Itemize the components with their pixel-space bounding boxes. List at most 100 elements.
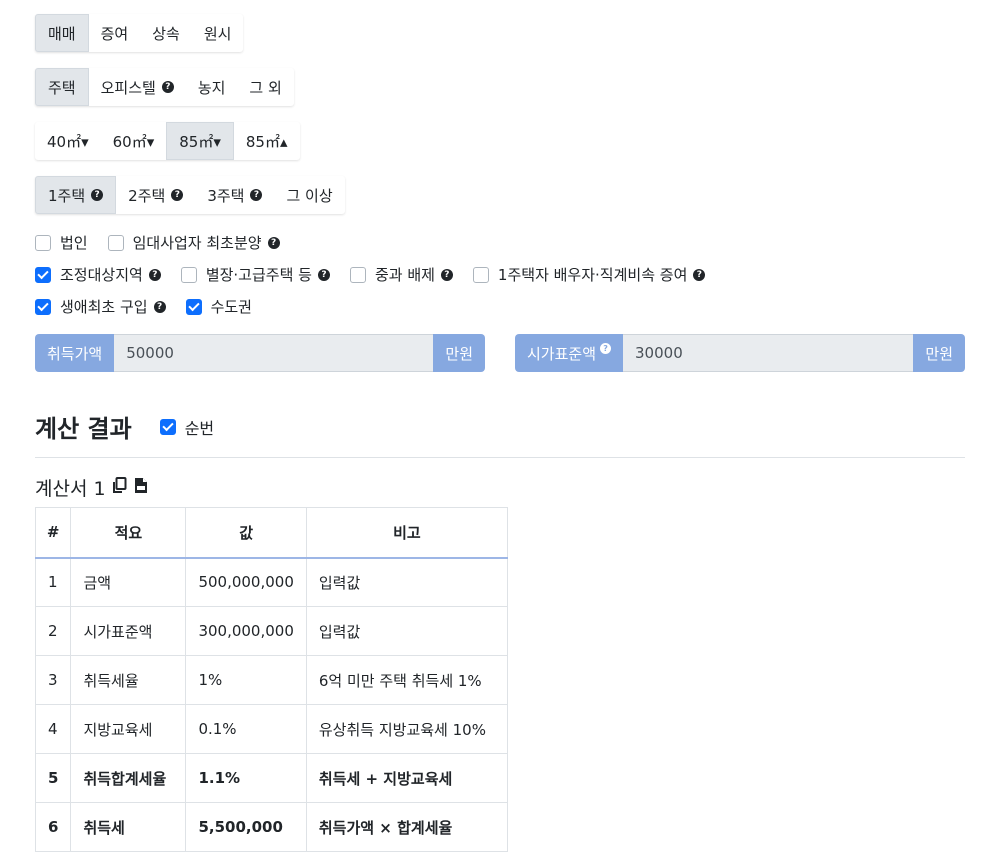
area-85-under[interactable]: 85㎡▾ — [166, 122, 234, 160]
checkbox-label: 별장·고급주택 등 — [205, 266, 312, 284]
result-header: 계산 결과 순번 — [35, 409, 234, 444]
property-type-farmland[interactable]: 농지 — [186, 68, 238, 106]
row-item: 금액 — [70, 557, 187, 607]
checkbox-checked[interactable] — [159, 418, 176, 435]
house-count-3[interactable]: 3주택? — [195, 176, 274, 214]
checkbox[interactable] — [472, 266, 489, 283]
standard-price-label: 시가표준액? — [515, 334, 624, 372]
question-icon[interactable]: ? — [267, 236, 280, 249]
row-note: 입력값 — [305, 557, 508, 607]
property-type-officetel-label: 오피스텔 — [100, 78, 156, 97]
corporation-checkbox[interactable]: 법인 — [35, 232, 88, 253]
copy-icon[interactable] — [112, 476, 128, 499]
question-icon[interactable]: ? — [91, 189, 104, 201]
checkbox[interactable] — [349, 266, 366, 283]
question-icon[interactable]: ? — [440, 268, 453, 281]
col-item-header: 적요 — [70, 507, 187, 559]
acquisition-price-label: 취득가액 — [35, 334, 115, 372]
row-item: 취득합계세율 — [70, 753, 187, 803]
row-index: 3 — [34, 655, 72, 705]
spouse-gift-checkbox[interactable]: 1주택자 배우자·직계비속 증여? — [472, 264, 706, 285]
table-row: 3 취득세율 1% 6억 미만 주택 취득세 1% — [34, 655, 508, 705]
checkbox-label: 임대사업자 최초분양 — [132, 234, 262, 252]
property-type-officetel[interactable]: 오피스텔? — [89, 68, 186, 106]
divider — [35, 457, 965, 458]
acquisition-price-input[interactable]: 50000 — [114, 334, 434, 372]
checkbox-label: 조정대상지역 — [60, 266, 143, 284]
question-icon[interactable]: ? — [693, 268, 706, 281]
col-note-header: 비고 — [305, 507, 508, 559]
standard-price-input[interactable]: 30000 — [623, 334, 914, 372]
checkbox-checked[interactable] — [185, 298, 202, 315]
checkbox-checked[interactable] — [35, 266, 51, 283]
checkbox-label: 법인 — [60, 234, 88, 252]
question-icon[interactable]: ? — [600, 342, 612, 354]
area-60[interactable]: 60㎡▾ — [101, 122, 167, 160]
acquisition-price-group: 취득가액 50000 만원 — [35, 334, 485, 372]
checkbox-label: 중과 배제 — [374, 266, 435, 284]
question-icon[interactable]: ? — [153, 300, 166, 313]
checkbox[interactable] — [180, 266, 197, 283]
question-icon[interactable]: ? — [148, 268, 161, 281]
row-value: 300,000,000 — [185, 606, 307, 656]
checkbox-label: 생애최초 구입 — [60, 298, 148, 316]
calculation-table: # 적요 값 비고 1 금액 500,000,000 입력값 2 시가표준액 3… — [34, 507, 508, 852]
standard-price-label-text: 시가표준액 — [527, 344, 597, 363]
table-row: 6 취득세 5,500,000 취득가액 × 합계세율 — [34, 802, 508, 852]
row-index: 6 — [34, 802, 72, 852]
checkbox[interactable] — [35, 234, 51, 251]
house-count-1[interactable]: 1주택? — [35, 176, 117, 214]
first-purchase-checkbox[interactable]: 생애최초 구입? — [35, 296, 166, 317]
sheet-title: 계산서 1 — [35, 478, 106, 500]
area-40[interactable]: 40㎡▾ — [35, 122, 101, 160]
house-count-more[interactable]: 그 이상 — [274, 176, 344, 214]
order-checkbox[interactable]: 순번 — [159, 415, 215, 439]
house-count-group: 1주택? 2주택? 3주택? 그 이상 — [35, 176, 345, 214]
row-value: 5,500,000 — [185, 802, 307, 852]
question-icon[interactable]: ? — [161, 81, 174, 93]
question-icon[interactable]: ? — [317, 268, 330, 281]
heavy-tax-exclusion-checkbox[interactable]: 중과 배제? — [349, 264, 453, 285]
checkbox-label: 수도권 — [210, 298, 252, 316]
row-item: 취득세 — [70, 802, 187, 852]
sheet-header: 계산서 1 — [35, 474, 148, 501]
table-row: 5 취득합계세율 1.1% 취득세 + 지방교육세 — [34, 753, 508, 803]
trade-type-inheritance[interactable]: 상속 — [140, 14, 192, 52]
standard-price-unit: 만원 — [913, 334, 965, 372]
regulated-area-checkbox[interactable]: 조정대상지역? — [35, 264, 161, 285]
col-index-header: # — [34, 507, 72, 559]
area-85-over[interactable]: 85㎡▴ — [234, 122, 300, 160]
rental-first-sale-checkbox[interactable]: 임대사업자 최초분양? — [107, 232, 280, 253]
property-type-other[interactable]: 그 외 — [237, 68, 293, 106]
row-item: 취득세율 — [70, 655, 187, 705]
table-row: 2 시가표준액 300,000,000 입력값 — [34, 606, 508, 656]
row-value: 1.1% — [185, 753, 307, 803]
area-group: 40㎡▾ 60㎡▾ 85㎡▾ 85㎡▴ — [35, 122, 300, 160]
question-icon[interactable]: ? — [171, 189, 184, 201]
checkbox-label: 순번 — [184, 418, 215, 438]
luxury-house-checkbox[interactable]: 별장·고급주택 등? — [180, 264, 330, 285]
row-index: 4 — [34, 704, 72, 754]
house-count-2[interactable]: 2주택? — [116, 176, 195, 214]
property-type-group: 주택 오피스텔? 농지 그 외 — [35, 68, 294, 106]
row-note: 6억 미만 주택 취득세 1% — [305, 655, 508, 705]
trade-type-gift[interactable]: 증여 — [89, 14, 141, 52]
checkbox[interactable] — [107, 234, 124, 251]
csv-file-icon[interactable] — [134, 477, 148, 499]
checkbox-row: 법인 임대사업자 최초분양? — [35, 232, 300, 253]
row-item: 지방교육세 — [70, 704, 187, 754]
question-icon[interactable]: ? — [250, 189, 263, 201]
trade-type-original[interactable]: 원시 — [192, 14, 244, 52]
trade-type-sale[interactable]: 매매 — [35, 14, 89, 52]
house-count-3-label: 3주택 — [207, 186, 245, 205]
row-note: 취득세 + 지방교육세 — [305, 753, 508, 803]
checkbox-checked[interactable] — [35, 298, 51, 315]
row-index: 1 — [34, 557, 72, 607]
row-value: 500,000,000 — [185, 557, 307, 607]
row-note: 입력값 — [305, 606, 508, 656]
property-type-house[interactable]: 주택 — [35, 68, 89, 106]
table-row: 4 지방교육세 0.1% 유상취득 지방교육세 10% — [34, 704, 508, 754]
row-value: 0.1% — [185, 704, 307, 754]
acquisition-price-unit: 만원 — [433, 334, 485, 372]
capital-area-checkbox[interactable]: 수도권 — [185, 296, 252, 317]
